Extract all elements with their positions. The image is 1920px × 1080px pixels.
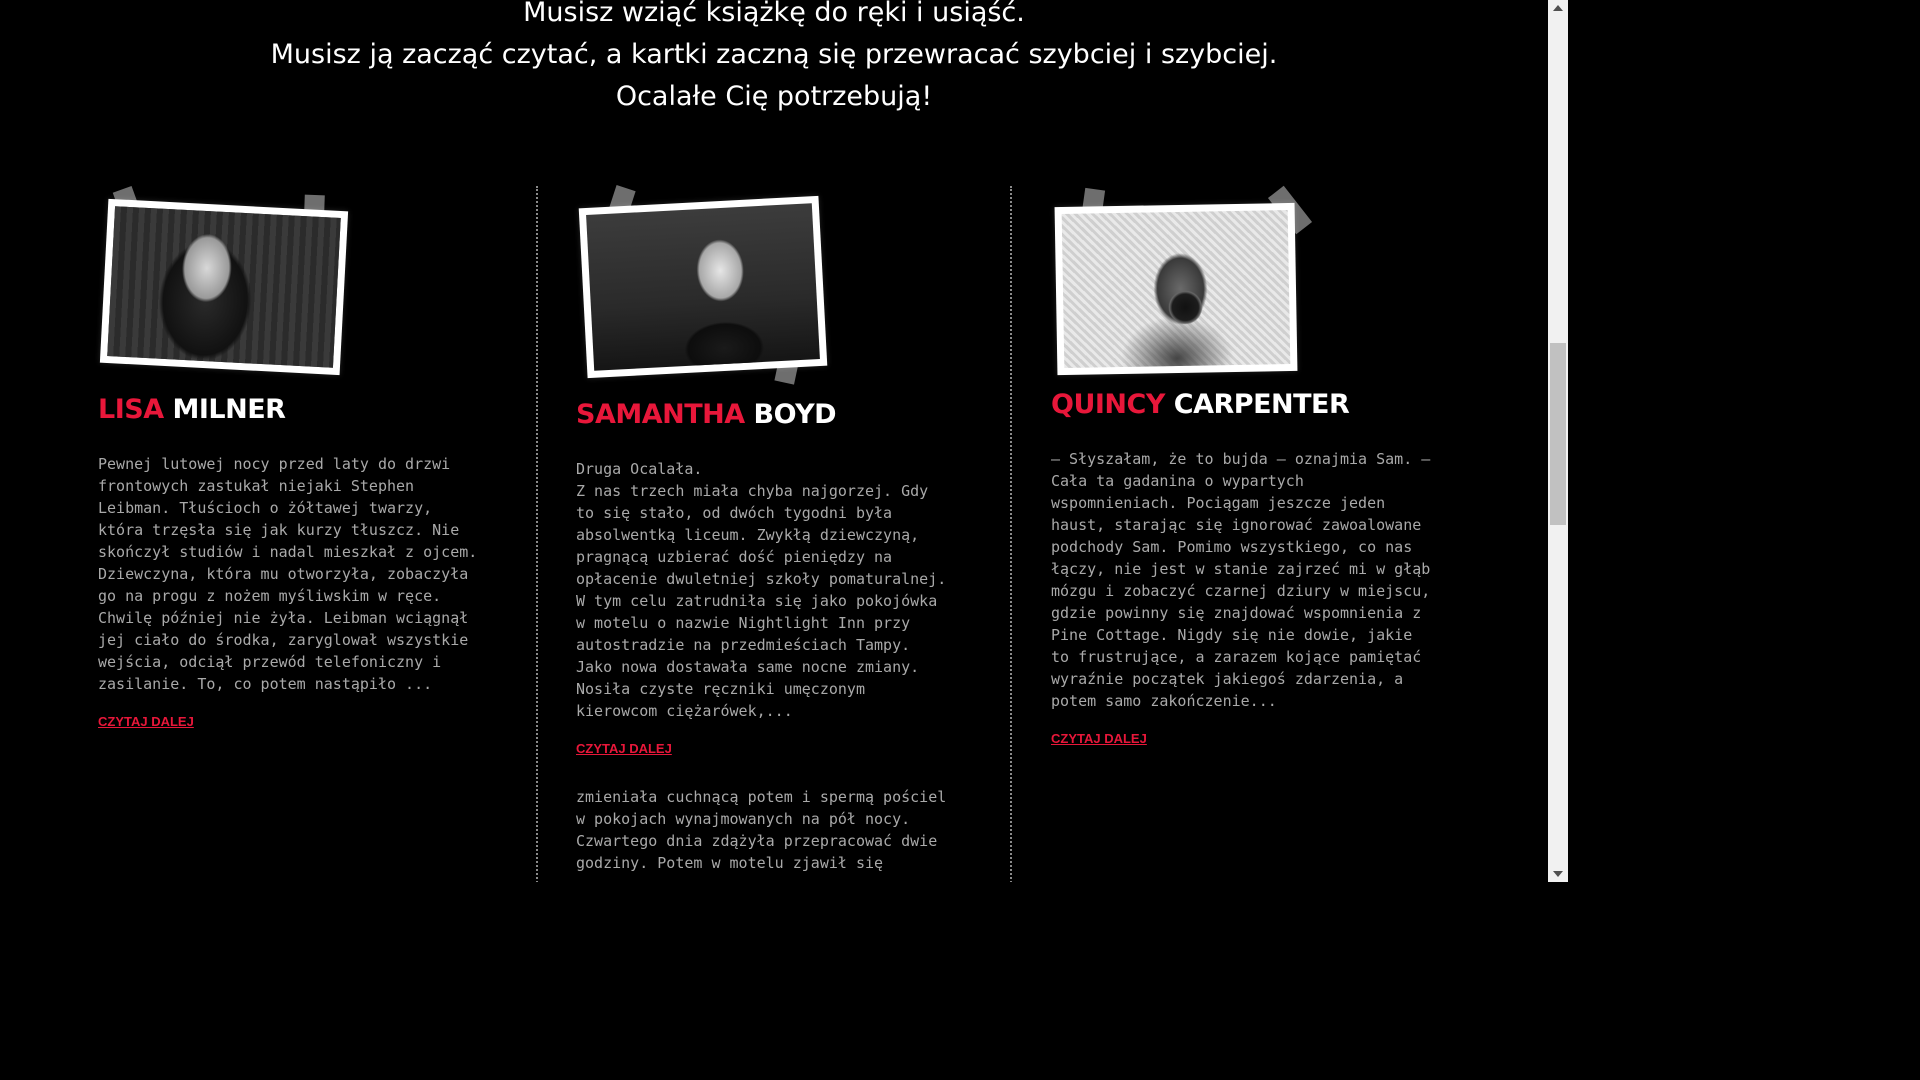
column-divider	[536, 186, 538, 882]
character-excerpt-continued: zmieniała cuchnącą potem i spermą poście…	[576, 788, 947, 872]
character-name: LISA MILNER	[98, 394, 286, 425]
character-last-name: BOYD	[753, 399, 837, 430]
read-more-link[interactable]: CZYTAJ DALEJ	[1051, 731, 1147, 746]
read-more-link[interactable]: CZYTAJ DALEJ	[576, 741, 672, 756]
read-more-link[interactable]: CZYTAJ DALEJ	[98, 714, 194, 729]
character-excerpt: Pewnej lutowej nocy przed laty do drzwi …	[98, 455, 478, 693]
photo-frame	[99, 185, 360, 385]
photo-frame	[575, 185, 835, 390]
character-last-name: CARPENTER	[1173, 389, 1350, 420]
character-name: QUINCY CARPENTER	[1051, 389, 1350, 420]
column-divider	[1010, 186, 1012, 882]
portrait-photo-icon	[107, 206, 341, 368]
character-excerpt: Druga Ocalała. Z nas trzech miała chyba …	[576, 460, 947, 720]
intro-line: Musisz wziąć książkę do ręki i usiąść.	[523, 0, 1025, 28]
intro-line: Musisz ją zacząć czytać, a kartki zaczną…	[270, 39, 1278, 70]
character-name: SAMANTHA BOYD	[576, 399, 837, 430]
scroll-up-arrow-icon[interactable]	[1553, 5, 1563, 11]
character-photo	[99, 198, 349, 376]
character-photo	[578, 195, 828, 379]
character-first-name: LISA	[98, 394, 164, 425]
intro-text: Musisz wziąć książkę do ręki i usiąść. M…	[0, 0, 1548, 118]
character-last-name: MILNER	[172, 394, 286, 425]
intro-line: Ocalałe Cię potrzebują!	[615, 81, 933, 112]
character-first-name: QUINCY	[1051, 389, 1165, 420]
page: Musisz wziąć książkę do ręki i usiąść. M…	[0, 0, 1548, 882]
character-excerpt: – Słyszałam, że to bujda – oznajmia Sam.…	[1051, 450, 1431, 710]
character-first-name: SAMANTHA	[576, 399, 745, 430]
scrollbar-thumb[interactable]	[1550, 343, 1566, 525]
photo-frame	[1050, 185, 1320, 380]
character-photo	[1054, 202, 1298, 376]
scroll-down-arrow-icon[interactable]	[1553, 871, 1563, 877]
vertical-scrollbar[interactable]	[1548, 0, 1568, 882]
portrait-photo-icon	[586, 203, 820, 371]
portrait-photo-icon	[1061, 210, 1291, 368]
